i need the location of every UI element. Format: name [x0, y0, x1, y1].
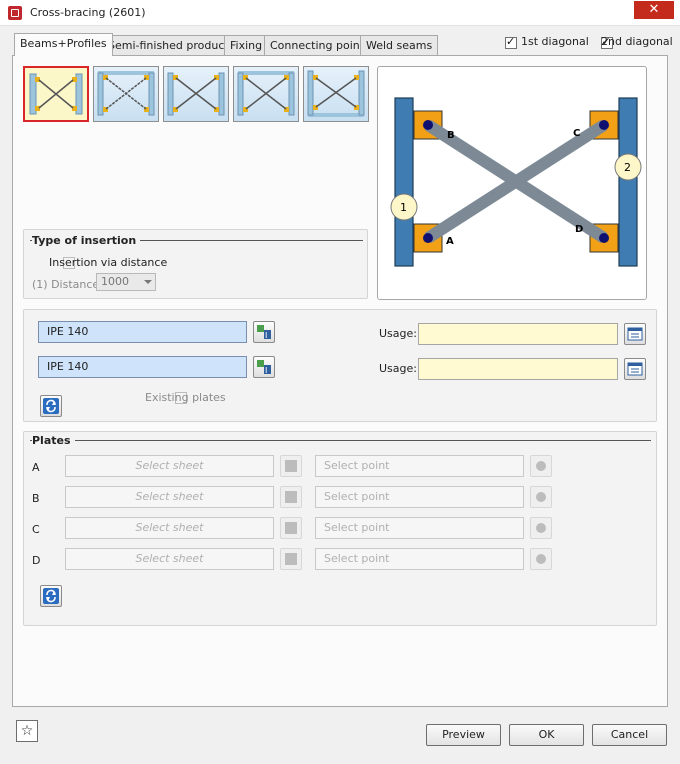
- point-d-label: D: [575, 224, 583, 235]
- plate-d-letter: D: [32, 554, 41, 567]
- cancel-button[interactable]: Cancel: [592, 724, 667, 746]
- sheet-catalog-icon: [285, 460, 297, 472]
- column-1-label: 1: [400, 201, 407, 214]
- tab-beams-profiles[interactable]: Beams+Profiles: [14, 33, 113, 56]
- first-diagonal-checkbox[interactable]: [505, 35, 517, 49]
- first-diagonal-label: 1st diagonal: [521, 35, 589, 48]
- plate-c-point-input[interactable]: Select point: [315, 517, 524, 539]
- sheet-catalog-icon: [285, 491, 297, 503]
- plate-b-letter: B: [32, 492, 40, 505]
- usage-2-label: Usage:: [379, 362, 417, 375]
- variant-thumbnail-1[interactable]: [23, 66, 89, 122]
- window-title: Cross-bracing (2601): [30, 6, 146, 19]
- bolt-c: [599, 120, 609, 130]
- cross-variant-1-icon: [29, 73, 83, 115]
- usage-list-icon: [627, 362, 643, 376]
- profile-2-input[interactable]: IPE 140: [38, 356, 247, 378]
- usage-2-input[interactable]: [418, 358, 618, 380]
- plate-a-letter: A: [32, 461, 40, 474]
- usage-1-label: Usage:: [379, 327, 417, 340]
- existing-plates-label: Existing plates: [145, 391, 226, 404]
- profile-2-catalog-button[interactable]: I: [253, 356, 275, 378]
- preview-image: 1 2 A B C D: [377, 66, 647, 300]
- profile-catalog-icon: I: [257, 360, 271, 375]
- variant-thumbnail-5[interactable]: [303, 66, 369, 122]
- distance-label: (1) Distance:: [32, 278, 103, 291]
- refresh-icon: [43, 398, 59, 414]
- point-select-icon: [536, 523, 546, 533]
- svg-text:I: I: [265, 366, 267, 375]
- svg-text:I: I: [265, 331, 267, 340]
- plate-d-point-input[interactable]: Select point: [315, 548, 524, 570]
- refresh-icon: [43, 588, 59, 604]
- plate-d-point-button[interactable]: [530, 548, 552, 570]
- plate-b-sheet-input[interactable]: Select sheet: [65, 486, 274, 508]
- point-select-icon: [536, 554, 546, 564]
- bolt-d: [599, 233, 609, 243]
- plate-a-point-input[interactable]: Select point: [315, 455, 524, 477]
- plate-c-sheet-button[interactable]: [280, 517, 302, 539]
- close-button[interactable]: ✕: [634, 1, 674, 19]
- bolt-a: [423, 233, 433, 243]
- plates-title: Plates: [32, 434, 75, 447]
- variant-thumbnail-4[interactable]: [233, 66, 299, 122]
- profiles-refresh-button[interactable]: [40, 395, 62, 417]
- plate-c-point-button[interactable]: [530, 517, 552, 539]
- tab-weld-seams[interactable]: Weld seams: [360, 35, 439, 55]
- usage-1-list-button[interactable]: [624, 323, 646, 345]
- plate-d-sheet-button[interactable]: [280, 548, 302, 570]
- ok-button[interactable]: OK: [509, 724, 584, 746]
- tab-semi-finished-products[interactable]: Semi-finished products: [102, 35, 241, 55]
- cross-variant-4-icon: [237, 71, 295, 116]
- distance-value: 1000: [101, 275, 129, 288]
- bolt-b: [423, 120, 433, 130]
- cross-variant-5-icon: [307, 70, 365, 117]
- sheet-catalog-icon: [285, 553, 297, 565]
- plate-b-point-button[interactable]: [530, 486, 552, 508]
- distance-select[interactable]: 1000: [96, 273, 156, 291]
- point-b-label: B: [447, 130, 455, 141]
- plate-c-letter: C: [32, 523, 40, 536]
- tab-fixing[interactable]: Fixing: [224, 35, 269, 55]
- plate-a-sheet-input[interactable]: Select sheet: [65, 455, 274, 477]
- point-a-label: A: [446, 236, 454, 247]
- second-diagonal-label: 2nd diagonal: [601, 35, 673, 48]
- left-column: [394, 97, 414, 267]
- point-select-icon: [536, 492, 546, 502]
- usage-1-input[interactable]: [418, 323, 618, 345]
- close-icon: ✕: [648, 2, 660, 17]
- variant-thumbnail-3[interactable]: [163, 66, 229, 122]
- right-column: [618, 97, 638, 267]
- variant-thumbnail-2[interactable]: [93, 66, 159, 122]
- profile-1-catalog-button[interactable]: I: [253, 321, 275, 343]
- plate-a-sheet-button[interactable]: [280, 455, 302, 477]
- usage-list-icon: [627, 327, 643, 341]
- tab-connecting-point[interactable]: Connecting point: [264, 35, 371, 55]
- type-of-insertion-title: Type of insertion: [32, 234, 141, 247]
- app-icon: [8, 6, 22, 20]
- column-2-label: 2: [624, 161, 631, 174]
- profile-1-input[interactable]: IPE 140: [38, 321, 247, 343]
- chevron-down-icon: [144, 280, 152, 284]
- point-select-icon: [536, 461, 546, 471]
- sheet-catalog-icon: [285, 522, 297, 534]
- cross-bracing-drawing: 1 2 A B C D: [390, 97, 642, 267]
- usage-2-list-button[interactable]: [624, 358, 646, 380]
- point-c-label: C: [573, 128, 580, 139]
- plates-refresh-button[interactable]: [40, 585, 62, 607]
- plate-b-sheet-button[interactable]: [280, 486, 302, 508]
- plate-c-sheet-input[interactable]: Select sheet: [65, 517, 274, 539]
- profile-catalog-icon: I: [257, 325, 271, 340]
- cross-variant-2-icon: [97, 71, 155, 116]
- plate-a-point-button[interactable]: [530, 455, 552, 477]
- star-icon: ☆: [20, 723, 34, 739]
- favorites-button[interactable]: ☆: [16, 720, 38, 742]
- preview-button[interactable]: Preview: [426, 724, 501, 746]
- cross-variant-3-icon: [167, 72, 225, 116]
- plate-b-point-input[interactable]: Select point: [315, 486, 524, 508]
- plate-d-sheet-input[interactable]: Select sheet: [65, 548, 274, 570]
- insertion-via-distance-label: Insertion via distance: [49, 256, 168, 269]
